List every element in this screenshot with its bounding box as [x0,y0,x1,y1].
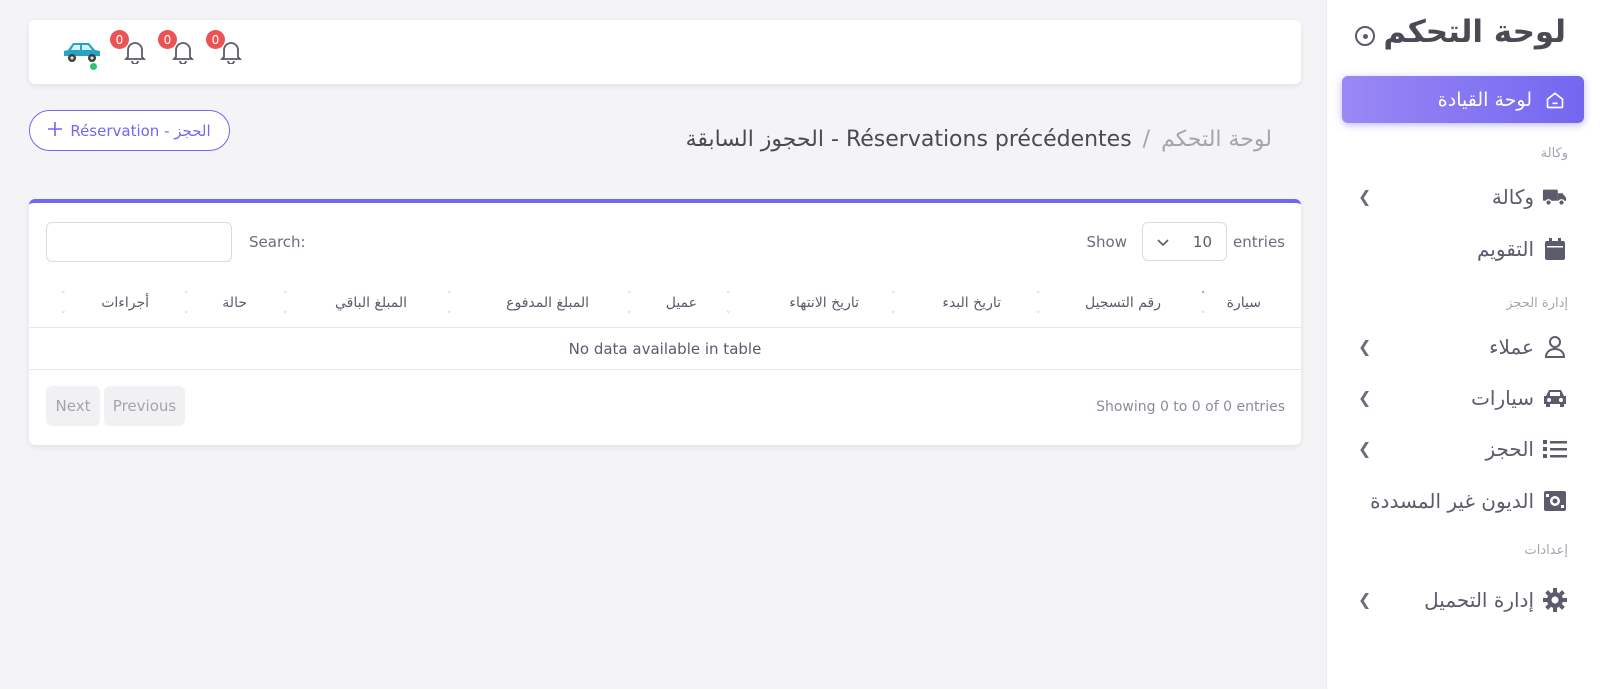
sidebar-item-label: إدارة التحميل [1424,588,1534,612]
sidebar-item-label: الحجز [1485,437,1534,461]
table-empty-row: No data available in table [29,328,1301,370]
notification-bell-2[interactable]: 0 [158,30,196,66]
breadcrumb: لوحة التحكم / Réservations précédentes -… [686,127,1272,152]
calendar-icon [1542,236,1568,262]
sort-icon: ˄ ˅ [891,291,896,321]
column-header-amount-remaining[interactable]: المبلغ الباقي [335,295,407,311]
chevron-left-icon: ❮ [1358,590,1372,609]
sort-icon: ˄ ˅ [447,291,452,321]
sidebar-item-clients[interactable]: عملاء ❮ [1358,330,1568,364]
table-info: Showing 0 to 0 of 0 entries [1096,399,1285,415]
notification-badge: 0 [158,30,177,49]
column-header-registration[interactable]: رقم التسجيل [1085,295,1161,311]
breadcrumb-separator: / [1142,127,1151,152]
sidebar-item-label: وكالة [1491,185,1534,209]
section-label-agency: وكالة [1540,146,1568,161]
chevron-left-icon: ❮ [1358,187,1372,206]
reservations-table-card: entries 10 Show Search: سيارة ˄ ˅ رقم الت… [29,199,1301,445]
sidebar-item-label: سيارات [1471,386,1534,410]
previous-page-button[interactable]: Previous [104,386,185,426]
gear-icon [1542,587,1568,613]
search-label: Search: [249,233,306,251]
chevron-down-icon [1157,233,1169,251]
section-label-booking: إدارة الحجز [1506,296,1568,311]
sidebar-item-label: لوحة القيادة [1437,88,1532,111]
chevron-left-icon: ❮ [1358,439,1372,458]
sort-icon: ˄ ˅ [627,291,632,321]
sidebar-item-calendar[interactable]: التقويم [1358,232,1568,266]
next-page-button[interactable]: Next [46,386,100,426]
column-header-start-date[interactable]: تاريخ البدء [942,295,1001,311]
notification-bell-1[interactable]: 0 [110,30,148,66]
page-length-select[interactable]: 10 [1142,222,1227,261]
page-title: Réservations précédentes - الحجوز السابق… [685,127,1132,152]
sidebar-item-upload-management[interactable]: إدارة التحميل ❮ [1358,583,1568,617]
column-header-actions[interactable]: أجراءات [101,295,149,311]
plus-icon [48,121,63,140]
online-status-dot [89,62,98,71]
truck-icon [1542,184,1568,210]
chevron-left-icon: ❮ [1358,388,1372,407]
sidebar-item-unpaid-debts[interactable]: الديون غير المسددة [1358,484,1568,518]
sort-icon: ˄ ˅ [61,291,66,321]
page-length-value: 10 [1192,232,1212,251]
sidebar-item-cars[interactable]: سيارات ❮ [1358,381,1568,415]
entries-label: entries [1233,233,1285,251]
table-header-row: سيارة ˄ ˅ رقم التسجيل ˄ ˅ تاريخ البدء ˄ ˅ ت… [29,283,1301,328]
new-reservation-button[interactable]: Réservation - الحجز [29,110,230,151]
sort-icon: ˄ ˅ [1036,291,1041,321]
sort-icon: ˄ ˅ [726,291,731,321]
top-navbar: 0 0 0 [29,20,1301,84]
sidebar: لوحة التحكم لوحة القيادة وكالة وكالة ❮ ا… [1326,0,1600,689]
sort-icon: ˄ ˅ [283,291,288,321]
user-icon [1542,334,1568,360]
car-icon [1542,385,1568,411]
new-reservation-label: Réservation - الحجز [70,121,211,140]
column-header-client[interactable]: عميل [666,295,697,311]
money-icon [1542,488,1568,514]
column-header-car[interactable]: سيارة [1227,295,1261,311]
sidebar-item-label: التقويم [1476,237,1534,261]
column-header-status[interactable]: حالة [222,295,247,311]
column-header-end-date[interactable]: تاريخ الانتهاء [789,295,859,311]
sidebar-item-label: الديون غير المسددة [1370,489,1534,513]
sort-icon: ˄ ˅ [184,291,189,321]
sidebar-item-dashboard[interactable]: لوحة القيادة [1342,76,1584,123]
sort-icon: ˄ ˅ [1201,291,1206,321]
sidebar-item-booking[interactable]: الحجز ❮ [1358,432,1568,466]
notification-badge: 0 [206,30,225,49]
brand-title[interactable]: لوحة التحكم [1383,14,1566,50]
home-icon [1542,87,1568,113]
column-header-amount-paid[interactable]: المبلغ المدفوع [506,295,589,311]
breadcrumb-home-link[interactable]: لوحة التحكم [1161,127,1272,152]
search-input[interactable] [46,222,232,262]
chevron-left-icon: ❮ [1358,337,1372,356]
notification-bell-3[interactable]: 0 [206,30,244,66]
notification-badge: 0 [110,30,129,49]
section-label-settings: إعدادات [1524,543,1568,558]
sidebar-item-label: عملاء [1489,335,1534,359]
sidebar-item-agency[interactable]: وكالة ❮ [1358,180,1568,214]
list-icon [1542,436,1568,462]
sidebar-collapse-toggle[interactable] [1355,26,1375,46]
show-label: Show [1086,233,1127,251]
